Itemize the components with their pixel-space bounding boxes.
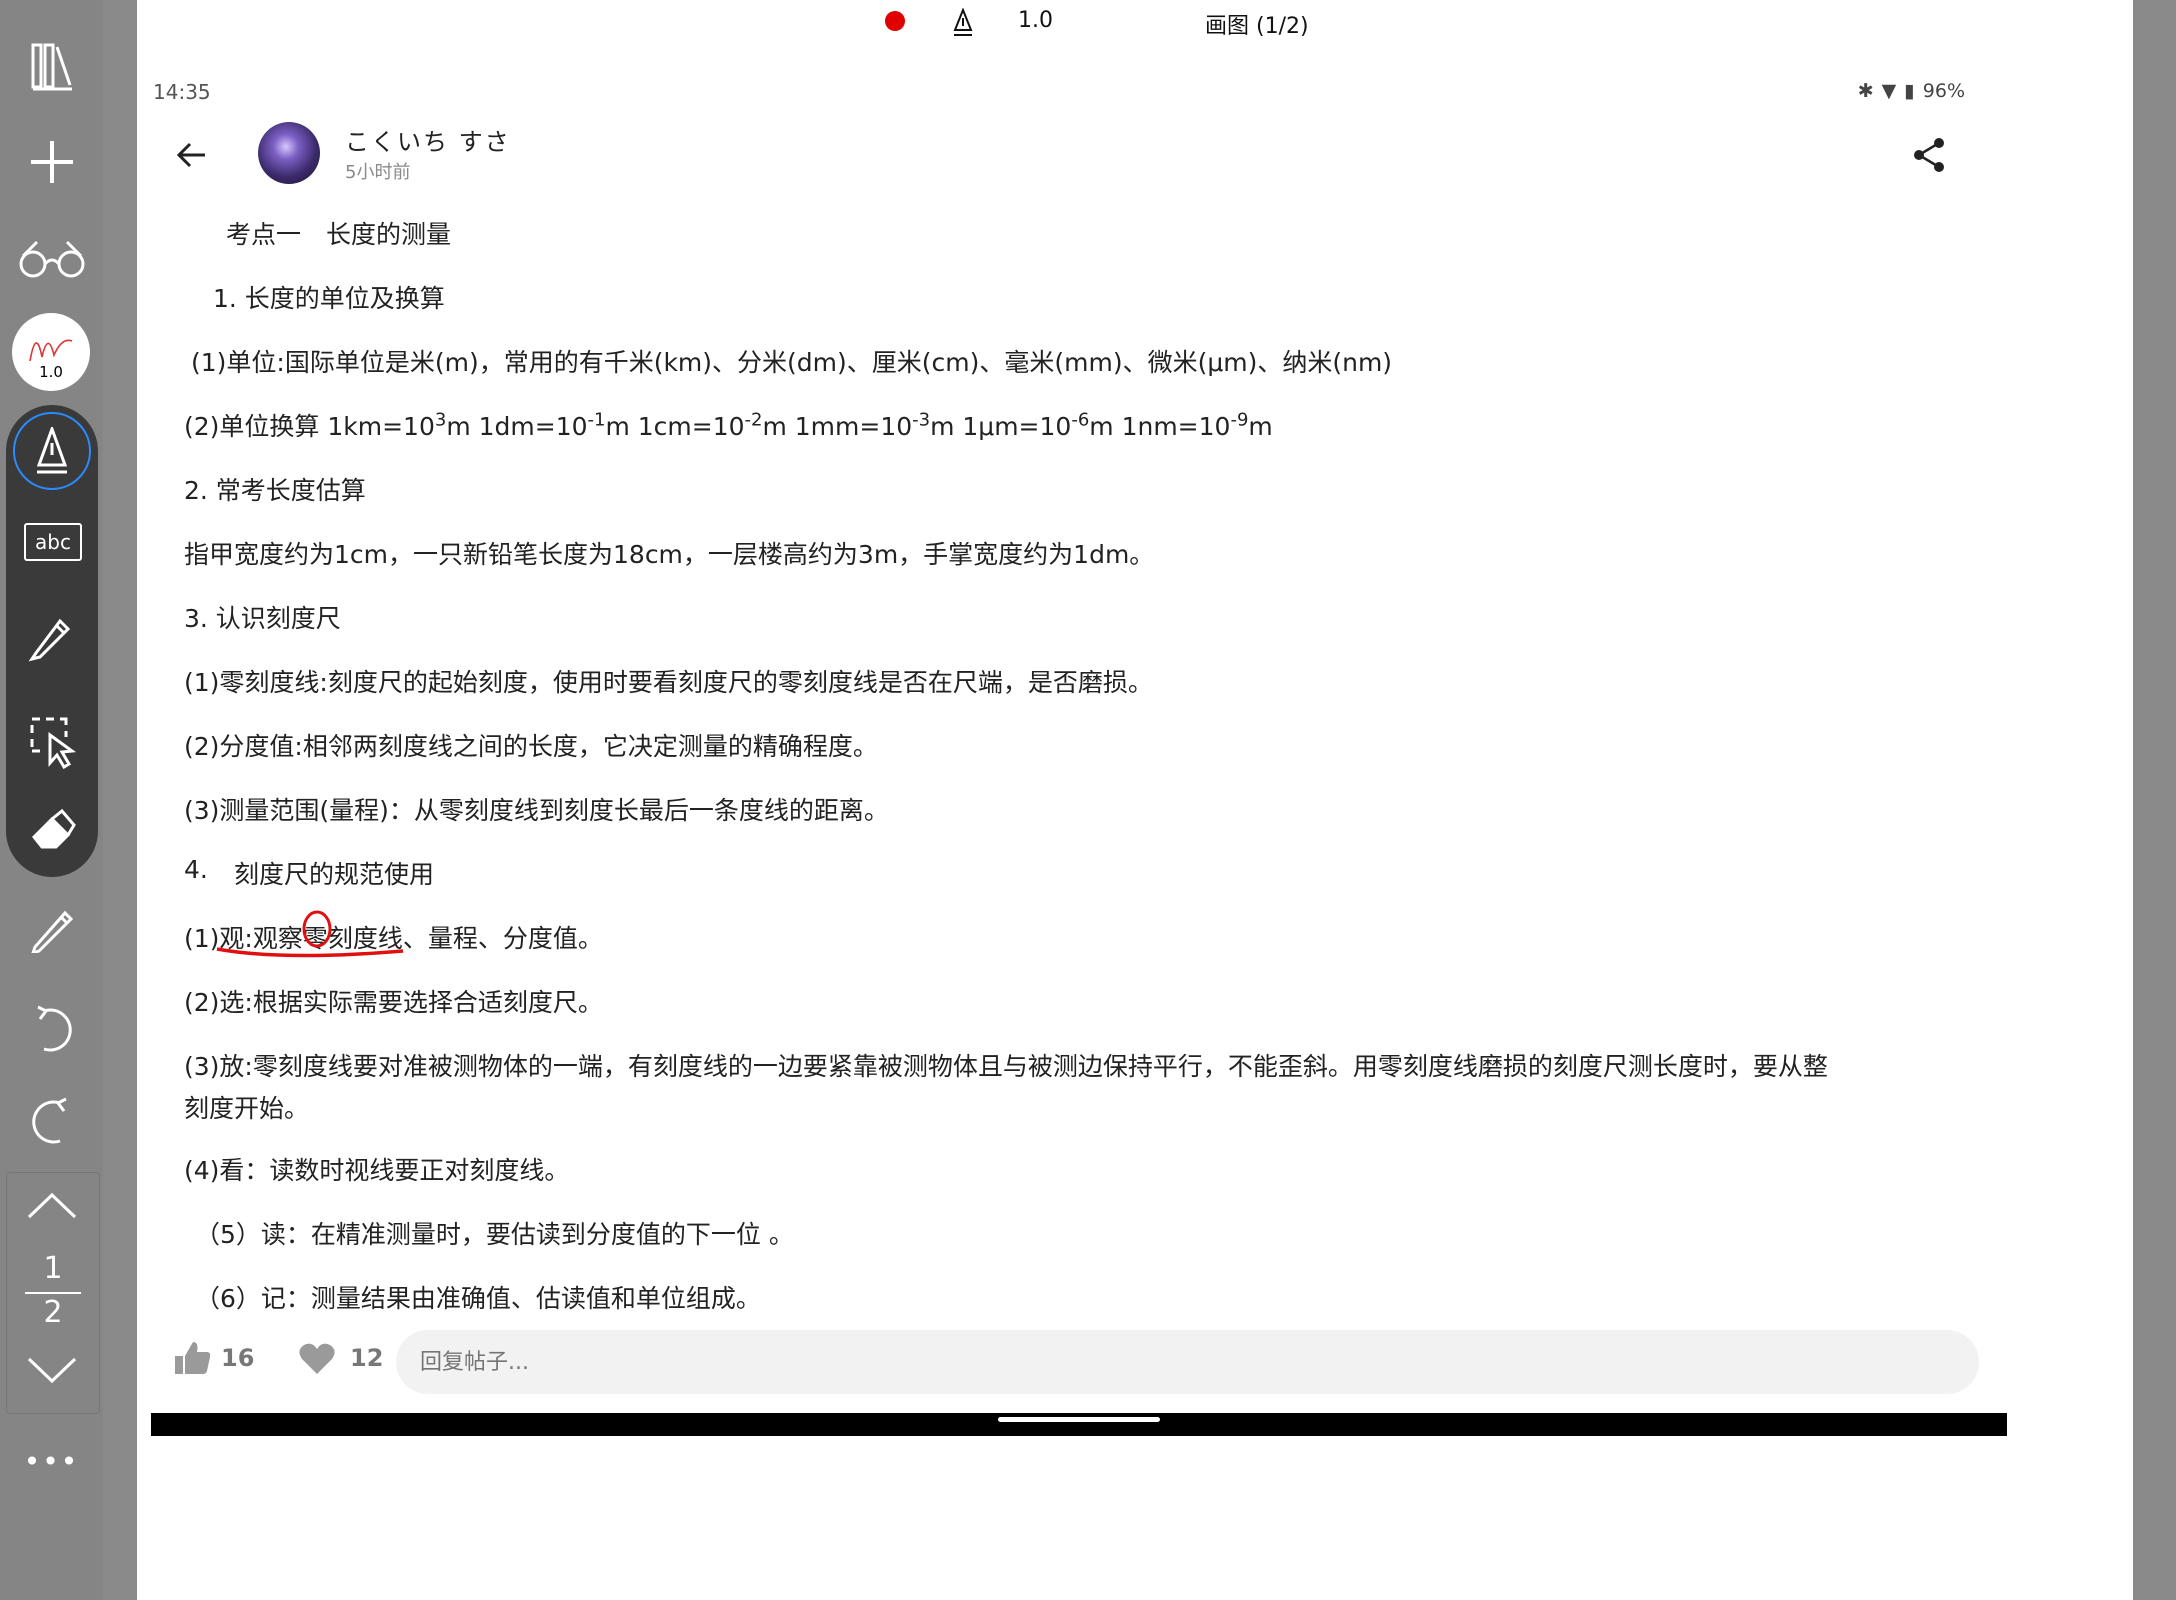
- reply-input[interactable]: [396, 1330, 1979, 1394]
- page-down-icon[interactable]: [25, 1355, 79, 1389]
- text-l14: (3)放:零刻度线要对准被测物体的一端，有刻度线的一边要紧靠被测物体且与被测边保…: [184, 1052, 1828, 1081]
- pen-size-label: 1.0: [39, 363, 63, 381]
- lasso-select-icon[interactable]: [28, 715, 80, 773]
- record-indicator[interactable]: [885, 11, 905, 31]
- pen-tool-button[interactable]: [13, 412, 91, 490]
- text-l18: （6）记：测量结果由准确值、估读值和单位组成。: [195, 1284, 761, 1313]
- page-up-icon[interactable]: [25, 1191, 79, 1225]
- more-menu-icon[interactable]: •••: [0, 1445, 103, 1478]
- back-arrow-icon[interactable]: [176, 142, 207, 172]
- text-l3: (1)单位:国际单位是米(m)，常用的有千米(km)、分米(dm)、厘米(cm)…: [191, 348, 1393, 377]
- battery-icon: ▮: [1904, 80, 1915, 102]
- pen-nib-icon[interactable]: [953, 7, 973, 42]
- library-icon[interactable]: [12, 26, 92, 106]
- left-toolbar: 1.0 abc 1 2 •••: [0, 0, 103, 1600]
- text-l8: (1)零刻度线:刻度尺的起始刻度，使用时要看刻度尺的零刻度线是否在尺端，是否磨损…: [184, 668, 1153, 697]
- heading-l5: 2. 常考长度估算: [184, 476, 366, 505]
- highlighter-icon[interactable]: [26, 613, 76, 667]
- wifi-icon: ▼: [1881, 80, 1897, 102]
- pencil-icon[interactable]: [12, 890, 92, 970]
- status-icons: ✱ ▼ ▮ 96%: [1858, 80, 1965, 102]
- post-header: こくいち すさ 5小时前: [153, 110, 2005, 210]
- heart-icon[interactable]: [298, 1342, 336, 1380]
- text-l16: (4)看：读数时视线要正对刻度线。: [184, 1156, 570, 1185]
- post-time: 5小时前: [345, 162, 411, 183]
- add-icon[interactable]: [12, 122, 92, 202]
- eraser-icon[interactable]: [28, 807, 76, 855]
- drawing-canvas[interactable]: 1.0 画图 (1/2) 14:35 ✱ ▼ ▮ 96% こくいち すさ 5小时…: [137, 0, 2137, 1600]
- pen-preview-widget[interactable]: 1.0: [12, 313, 90, 391]
- author-name[interactable]: こくいち すさ: [345, 122, 511, 157]
- post-action-bar: 16 12: [153, 1320, 2005, 1400]
- total-pages: 2: [43, 1295, 63, 1330]
- status-time: 14:35: [153, 80, 211, 104]
- tool-group: abc: [6, 405, 98, 877]
- text-l12: (1)观:观察零刻度线、量程、分度值。: [184, 924, 603, 953]
- text-l6: 指甲宽度约为1cm，一只新铅笔长度为18cm，一层楼高约为3m，手掌宽度约为1d…: [184, 540, 1155, 569]
- pen-nib-icon: [36, 427, 68, 474]
- text-l4: (2)单位换算 1km=103m 1dm=10-1m 1cm=10-2m 1mm…: [184, 409, 1273, 441]
- document-title: 画图 (1/2): [1205, 14, 1309, 39]
- bluetooth-icon: ✱: [1857, 80, 1874, 102]
- embedded-screenshot: 14:35 ✱ ▼ ▮ 96% こくいち すさ 5小时前 考点一 长度的测量 1…: [151, 70, 2007, 1436]
- pen-size-readout: 1.0: [1018, 8, 1053, 33]
- thumbs-up-icon[interactable]: [173, 1340, 211, 1380]
- home-handle[interactable]: [998, 1417, 1160, 1422]
- redo-icon[interactable]: [12, 1082, 92, 1162]
- right-margin: [2133, 0, 2176, 1600]
- heart-count: 12: [350, 1344, 384, 1372]
- heading-l2: 1. 长度的单位及换算: [213, 284, 445, 313]
- canvas-topbar: 1.0 画图 (1/2): [137, 0, 2137, 50]
- like-count: 16: [221, 1344, 255, 1372]
- abc-label: abc: [35, 530, 71, 554]
- heading-l11-num: 4.: [184, 855, 208, 884]
- text-l10: (3)测量范围(量程)：从零刻度线到刻度长最后一条度线的距离。: [184, 796, 889, 825]
- page-navigator: 1 2: [6, 1172, 100, 1414]
- heading-l11: 刻度尺的规范使用: [234, 860, 435, 889]
- avatar[interactable]: [258, 122, 320, 184]
- reading-glasses-icon[interactable]: [12, 218, 92, 298]
- battery-percent: 96%: [1922, 80, 1965, 102]
- page-divider: [25, 1292, 81, 1294]
- heading-l1: 考点一 长度的测量: [226, 220, 452, 249]
- current-page: 1: [43, 1251, 63, 1286]
- text-l17: （5）读：在精准测量时，要估读到分度值的下一位 。: [195, 1220, 794, 1249]
- share-icon[interactable]: [1913, 138, 1945, 176]
- text-tool-button[interactable]: abc: [24, 523, 82, 561]
- heading-l7: 3. 认识刻度尺: [184, 604, 341, 633]
- text-l13: (2)选:根据实际需要选择合适刻度尺。: [184, 988, 603, 1017]
- undo-icon[interactable]: [12, 990, 92, 1070]
- text-l9: (2)分度值:相邻两刻度线之间的长度，它决定测量的精确程度。: [184, 732, 878, 761]
- text-l15: 刻度开始。: [184, 1094, 310, 1123]
